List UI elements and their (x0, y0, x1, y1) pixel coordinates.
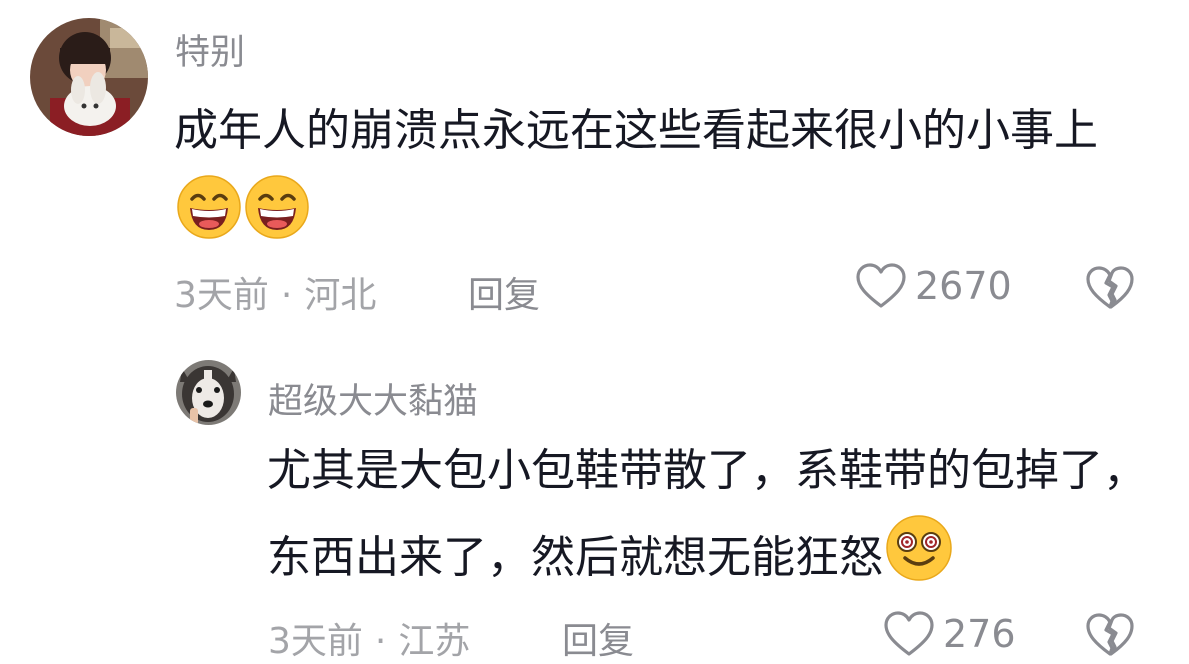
heart-outline-icon (883, 610, 943, 658)
comment-text-content: 成年人的崩溃点永远在这些看起来很小的小事上 (174, 105, 1098, 156)
like-button[interactable]: 2670 (855, 262, 1012, 310)
dislike-button[interactable] (1085, 612, 1135, 658)
comment-text-content: 尤其是大包小包鞋带散了，系鞋带的包掉了，东西出来了，然后就想无能狂怒 (267, 445, 1147, 583)
comment-location: 江苏 (398, 621, 471, 662)
username[interactable]: 特别 (175, 24, 245, 75)
comment-text: 尤其是大包小包鞋带散了，系鞋带的包掉了，东西出来了，然后就想无能狂怒 (267, 428, 1147, 611)
reply-button[interactable]: 回复 (562, 612, 634, 664)
comment-time: 3天前 (174, 275, 269, 316)
like-count: 276 (943, 612, 1016, 656)
dizzy-smile-emoji (885, 514, 953, 611)
avatar[interactable] (176, 360, 241, 425)
meta-separator: · (374, 621, 387, 662)
like-count: 2670 (915, 264, 1012, 308)
comment-meta: 3天前 · 江苏 (268, 612, 470, 664)
comment-location: 河北 (304, 275, 377, 316)
like-button[interactable]: 276 (883, 610, 1016, 658)
broken-heart-icon (1085, 612, 1135, 658)
dislike-button[interactable] (1085, 265, 1135, 311)
heart-outline-icon (855, 262, 915, 310)
avatar[interactable] (30, 18, 148, 136)
comment-meta: 3天前 · 河北 (174, 266, 376, 318)
grin-emoji (176, 174, 242, 268)
meta-separator: · (280, 275, 293, 316)
username[interactable]: 超级大大黏猫 (268, 373, 478, 424)
comment-time: 3天前 (268, 621, 363, 662)
reply-button[interactable]: 回复 (468, 266, 540, 318)
broken-heart-icon (1085, 265, 1135, 311)
grin-emoji (244, 174, 310, 268)
comment-text: 成年人的崩溃点永远在这些看起来很小的小事上 (174, 88, 1149, 268)
